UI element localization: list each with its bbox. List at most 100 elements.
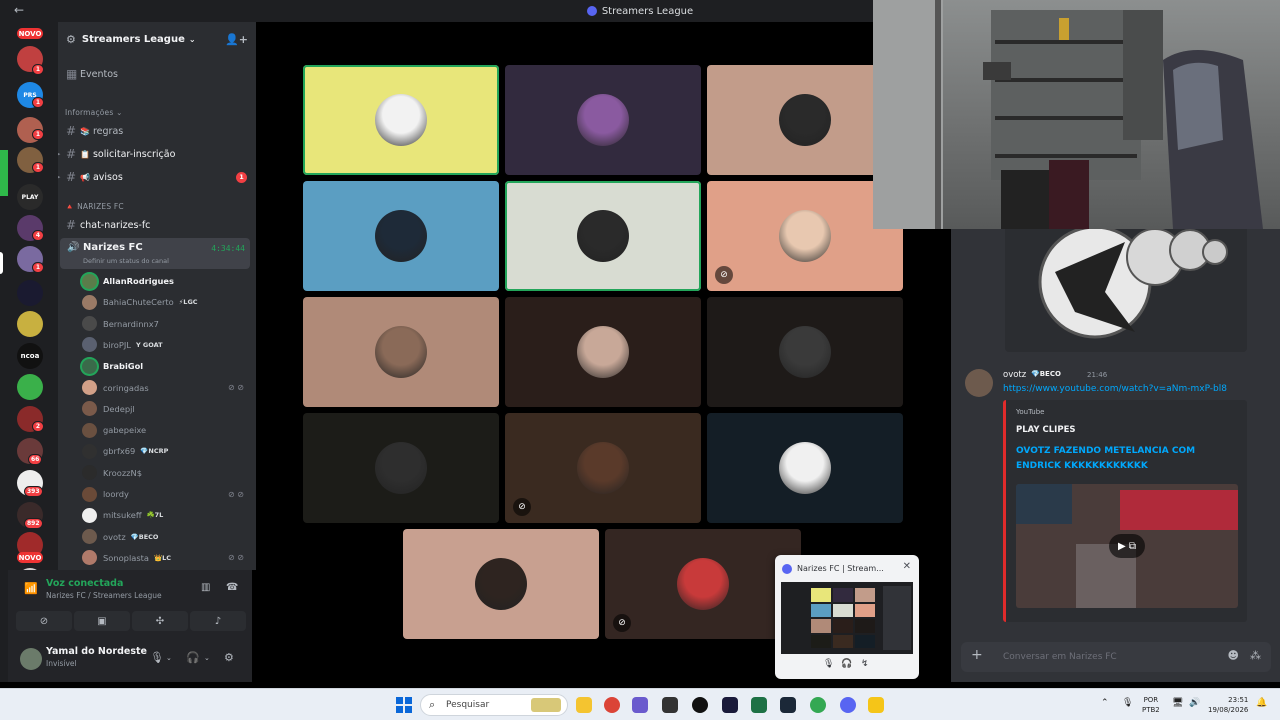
server-icon-8[interactable] (17, 280, 43, 306)
plus-icon[interactable]: + (971, 647, 983, 663)
participant-tile[interactable] (403, 529, 599, 639)
voice-member[interactable]: KroozzN$ (82, 463, 250, 483)
channel-avisos[interactable]: ▶ # 📢 avisos 1 (58, 167, 256, 187)
events-item[interactable]: ▦ Eventos (58, 64, 256, 84)
activities-button[interactable]: ✣ (132, 611, 188, 631)
voice-status[interactable]: Voz conectada (46, 578, 123, 589)
picture-in-picture-window[interactable]: Narizes FC | Stream... ✕ 🎙 🎧 ↯ (775, 555, 919, 679)
channel-regras[interactable]: # 📚 regras (58, 121, 256, 141)
app-icon-5[interactable] (692, 697, 708, 713)
message-author[interactable]: ovotz (1003, 370, 1026, 380)
embed-thumbnail[interactable]: ▶ ⧉ (1016, 484, 1238, 608)
category-informacoes[interactable]: Informações ⌄ (65, 108, 123, 117)
system-clock[interactable]: 23:51 19/08/2026 (1208, 695, 1248, 715)
voice-member[interactable]: AllanRodrigues (82, 271, 250, 291)
server-header[interactable]: ⚙ Streamers League ⌄ 👤+ (58, 22, 256, 56)
headphones-icon[interactable]: 🎧 (841, 659, 852, 669)
signal-icon[interactable]: 📶 (24, 582, 38, 595)
chevron-down-icon[interactable]: ⌄ (166, 654, 172, 662)
disconnect-icon[interactable]: ↯ (861, 659, 869, 669)
app-icon-6[interactable] (722, 697, 738, 713)
participant-tile[interactable] (505, 297, 701, 407)
voice-channel-narizes[interactable]: 🔊 Narizes FC 4:34:44 Definir um status d… (60, 238, 250, 269)
voice-member[interactable]: Dedepjl (82, 399, 250, 419)
camera-off-button[interactable]: ⊘ (16, 611, 72, 631)
participant-tile[interactable]: ⊘ (505, 413, 701, 523)
voice-member[interactable]: BrabiGol (82, 356, 250, 376)
channel-chat-narizes[interactable]: # chat-narizes-fc (58, 215, 256, 235)
voice-member[interactable]: Bernardinnx7 (82, 314, 250, 334)
participant-tile[interactable] (303, 413, 499, 523)
voice-member[interactable]: loordy ⊘ ⊘ (82, 484, 250, 504)
new-badge-bottom[interactable]: NOVO (17, 552, 43, 563)
tray-overflow-icon[interactable]: ⌃ (1101, 698, 1109, 708)
server-icon-ncoa[interactable]: ncoa (17, 343, 43, 369)
server-icon-play[interactable]: PLAY (17, 184, 43, 210)
voice-member[interactable]: Sonoplasta 👑LC ⊘ ⊘ (82, 548, 250, 568)
participant-tile[interactable] (505, 65, 701, 175)
message-input[interactable]: + Conversar em Narizes FC ☻ ⁂ (961, 642, 1271, 672)
network-icon[interactable]: 🖥 (1172, 698, 1183, 708)
steam-icon[interactable] (780, 697, 796, 713)
voice-member[interactable]: biroPJL Y GOAT (82, 335, 250, 355)
chrome-alt-icon[interactable] (810, 697, 826, 713)
volume-icon[interactable]: 🔊 (1189, 698, 1200, 708)
voice-member[interactable]: gbrfx69 💎NCRP (82, 441, 250, 461)
tray-mic-icon[interactable]: 🎙 (1122, 698, 1133, 708)
microphone-icon[interactable]: 🎙 (823, 659, 834, 669)
file-explorer-icon[interactable] (576, 697, 592, 713)
participant-tile[interactable]: ⊘ (605, 529, 801, 639)
voice-channel-status[interactable]: Definir um status do canal (83, 257, 169, 265)
close-icon[interactable]: ✕ (903, 561, 911, 572)
embed-author[interactable]: PLAY CLIPES (1016, 425, 1076, 435)
headphones-icon[interactable]: 🎧 (186, 651, 200, 664)
user-name[interactable]: Yamal do Nordeste (46, 646, 147, 657)
user-avatar[interactable] (20, 648, 42, 670)
voice-member[interactable]: coringadas ⊘ ⊘ (82, 378, 250, 398)
server-icon-9[interactable] (17, 311, 43, 337)
voice-member[interactable]: gabepeixe (82, 420, 250, 440)
language-indicator[interactable]: POR PTB2 (1142, 695, 1160, 715)
play-icon[interactable]: ▶ ⧉ (1109, 534, 1145, 558)
unread-badge: 2 (32, 421, 44, 432)
events-label: Eventos (80, 68, 118, 80)
server-icon-11[interactable] (17, 374, 43, 400)
screen-share-button[interactable]: ▣ (74, 611, 130, 631)
disconnect-icon[interactable]: ☎ (226, 582, 238, 593)
excel-icon[interactable] (751, 697, 767, 713)
embed-title[interactable]: OVOTZ FAZENDO METELANCIA COM ENDRICK KKK… (1016, 444, 1226, 474)
microphone-icon[interactable]: 🎙 (150, 651, 164, 664)
participant-tile[interactable] (303, 65, 499, 175)
participant-tile[interactable] (303, 297, 499, 407)
notification-bell-icon[interactable]: 🔔 (1256, 698, 1267, 708)
pip-screen-preview[interactable] (781, 582, 913, 654)
app-icon-4[interactable] (662, 697, 678, 713)
settings-gear-icon[interactable]: ⚙ (224, 651, 234, 664)
soundboard-button[interactable]: ♪ (190, 611, 246, 631)
chrome-icon[interactable] (604, 697, 620, 713)
app-icon-r[interactable] (868, 697, 884, 713)
channel-solicitar[interactable]: ▶ # 📋 solicitar-inscrição (58, 144, 256, 164)
message-avatar[interactable] (965, 369, 993, 397)
emoji-icon[interactable]: ☻ (1228, 649, 1239, 662)
invite-people-icon[interactable]: 👤+ (225, 33, 248, 46)
message-link[interactable]: https://www.youtube.com/watch?v=aNm-mxP-… (1003, 384, 1227, 394)
discord-taskbar-icon[interactable] (840, 697, 856, 713)
taskbar-search[interactable]: ⌕ Pesquisar (420, 694, 568, 716)
voice-member[interactable]: BahiaChuteCerto ⚡LGC (82, 292, 250, 312)
shared-image[interactable] (1005, 222, 1247, 352)
app-icon-3[interactable] (632, 697, 648, 713)
windows-start-icon[interactable] (396, 697, 412, 713)
noise-suppression-icon[interactable]: ▥ (201, 582, 210, 593)
chevron-down-icon[interactable]: ⌄ (204, 654, 210, 662)
participant-tile[interactable] (505, 181, 701, 291)
apps-icon[interactable]: ⁂ (1250, 649, 1261, 662)
participant-tile[interactable] (707, 413, 903, 523)
voice-member[interactable]: ovotz 💎BECO (82, 527, 250, 547)
category-narizes[interactable]: 🔺 NARIZES FC (65, 202, 124, 211)
participant-tile[interactable] (707, 297, 903, 407)
participant-tile[interactable] (303, 181, 499, 291)
back-arrow-icon[interactable]: ← (14, 3, 24, 17)
new-badge[interactable]: NOVO (17, 28, 43, 39)
voice-member[interactable]: mitsukeff ☘️7L (82, 505, 250, 525)
